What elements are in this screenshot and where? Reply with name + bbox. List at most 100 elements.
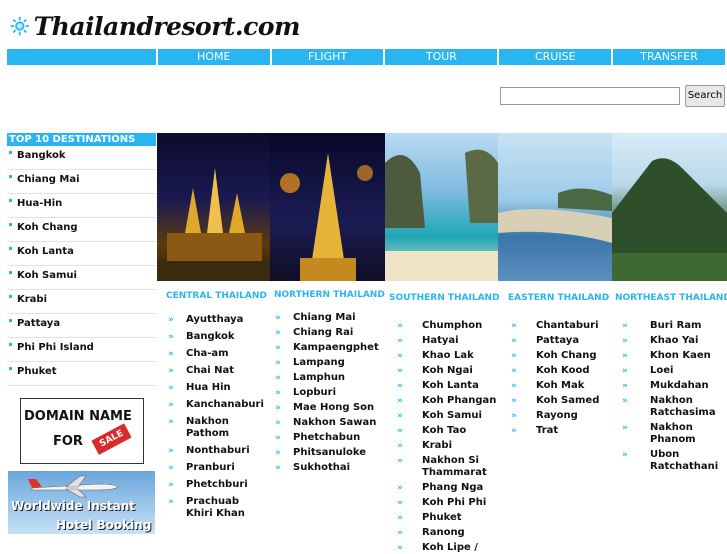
region-item[interactable]: Nonthaburi bbox=[160, 445, 265, 457]
nav-transfer[interactable]: TRANSFER bbox=[613, 49, 726, 65]
sidebar-item-phuket[interactable]: Phuket bbox=[7, 362, 156, 386]
region-item[interactable]: Hua Hin bbox=[160, 382, 265, 394]
region-item[interactable]: Koh Chang bbox=[503, 350, 613, 362]
region-item[interactable]: Lamphun bbox=[267, 372, 379, 384]
photo-northeast[interactable] bbox=[612, 133, 727, 281]
region-item[interactable]: Koh Samed bbox=[503, 395, 613, 407]
sale-badge: SALE bbox=[91, 423, 132, 455]
region-item[interactable]: Chantaburi bbox=[503, 320, 613, 332]
region-item[interactable]: Prachuab Khiri Khan bbox=[160, 496, 246, 520]
sidebar-item-koh-chang[interactable]: Koh Chang bbox=[7, 218, 156, 242]
photo-southern[interactable] bbox=[385, 133, 498, 281]
nav-cruise[interactable]: CRUISE bbox=[499, 49, 612, 65]
sidebar-item-koh-lanta[interactable]: Koh Lanta bbox=[7, 242, 156, 266]
top-destinations-sidebar: TOP 10 DESTINATIONS Bangkok Chiang Mai H… bbox=[7, 133, 156, 386]
sidebar-item-phi-phi-island[interactable]: Phi Phi Island bbox=[7, 338, 156, 362]
region-item[interactable]: Koh Lanta bbox=[389, 380, 501, 392]
ad-domain-line2: FOR bbox=[53, 434, 83, 449]
ad-domain-line1: DOMAIN NAME bbox=[24, 409, 132, 424]
island-icon bbox=[385, 149, 498, 281]
photo-northern[interactable] bbox=[270, 133, 385, 281]
region-title-northeast[interactable]: NORTHEAST THAILAND bbox=[615, 293, 727, 303]
region-item[interactable]: Chai Nat bbox=[160, 365, 265, 377]
region-title-central[interactable]: CENTRAL THAILAND bbox=[166, 291, 267, 301]
region-item[interactable]: Cha-am bbox=[160, 348, 265, 360]
region-item[interactable]: Sukhothai bbox=[267, 462, 379, 474]
bay-icon bbox=[498, 188, 612, 243]
logo-text: Thailandresort.com bbox=[33, 11, 301, 41]
region-item[interactable]: Mukdahan bbox=[614, 380, 726, 392]
region-item[interactable]: Nakhon Si Thammarat bbox=[389, 455, 487, 479]
nav-flight[interactable]: FLIGHT bbox=[271, 49, 384, 65]
region-item[interactable]: Nakhon Ratchasima bbox=[614, 395, 716, 419]
region-title-southern[interactable]: SOUTHERN THAILAND bbox=[389, 293, 500, 303]
region-item[interactable]: Kanchanaburi bbox=[160, 399, 265, 411]
region-item[interactable]: Koh Mak bbox=[503, 380, 613, 392]
region-item[interactable]: Phetchburi bbox=[160, 479, 265, 491]
destination-photo-strip bbox=[157, 133, 727, 281]
region-item[interactable]: Koh Tao bbox=[389, 425, 501, 437]
region-item[interactable]: Loei bbox=[614, 365, 726, 377]
sidebar-item-krabi[interactable]: Krabi bbox=[7, 290, 156, 314]
region-item[interactable]: Phetchabun bbox=[267, 432, 379, 444]
region-item[interactable]: Chiang Mai bbox=[267, 312, 379, 324]
region-item[interactable]: Koh Lipe / bbox=[389, 542, 501, 554]
region-item[interactable]: Trat bbox=[503, 425, 613, 437]
region-item[interactable]: Nakhon Phanom bbox=[614, 422, 700, 446]
region-item[interactable]: Kampaengphet bbox=[267, 342, 379, 354]
region-item[interactable]: Koh Kood bbox=[503, 365, 613, 377]
mountain-icon bbox=[612, 158, 727, 281]
region-item[interactable]: Chiang Rai bbox=[267, 327, 379, 339]
pagoda-icon bbox=[280, 153, 373, 281]
temple-icon bbox=[157, 168, 270, 281]
ad-hotel-line1: Worldwide Instant bbox=[11, 499, 136, 513]
ad-hotel-line2: Hotel Booking bbox=[56, 518, 152, 532]
region-item[interactable]: Khao Lak bbox=[389, 350, 501, 362]
region-item[interactable]: Rayong bbox=[503, 410, 613, 422]
sidebar-item-bangkok[interactable]: Bangkok bbox=[7, 146, 156, 170]
sun-logo-icon bbox=[10, 16, 29, 36]
nav-spacer bbox=[7, 49, 156, 65]
region-item[interactable]: Chumphon bbox=[389, 320, 501, 332]
nav-home[interactable]: HOME bbox=[157, 49, 270, 65]
region-item[interactable]: Hatyai bbox=[389, 335, 501, 347]
sidebar-item-pattaya[interactable]: Pattaya bbox=[7, 314, 156, 338]
region-item[interactable]: Buri Ram bbox=[614, 320, 726, 332]
region-item[interactable]: Nakhon Pathom bbox=[160, 416, 236, 440]
domain-for-sale-ad[interactable]: DOMAIN NAME FOR SALE bbox=[20, 398, 144, 464]
region-item[interactable]: Phitsanuloke bbox=[267, 447, 379, 459]
hotel-booking-ad[interactable]: Worldwide Instant Hotel Booking bbox=[8, 471, 155, 534]
region-item[interactable]: Koh Samui bbox=[389, 410, 501, 422]
region-item[interactable]: Ranong bbox=[389, 527, 501, 539]
region-item[interactable]: Lampang bbox=[267, 357, 379, 369]
sidebar-item-chiang-mai[interactable]: Chiang Mai bbox=[7, 170, 156, 194]
region-item[interactable]: Mae Hong Son bbox=[267, 402, 379, 414]
region-title-northern[interactable]: NORTHERN THAILAND bbox=[274, 290, 385, 300]
region-item[interactable]: Khao Yai bbox=[614, 335, 726, 347]
region-item[interactable]: Koh Ngai bbox=[389, 365, 501, 377]
region-item[interactable]: Pranburi bbox=[160, 462, 265, 474]
main-nav: HOME FLIGHT TOUR CRUISE TRANSFER bbox=[7, 49, 727, 65]
region-item[interactable]: Pattaya bbox=[503, 335, 613, 347]
sidebar-item-koh-samui[interactable]: Koh Samui bbox=[7, 266, 156, 290]
region-item[interactable]: Bangkok bbox=[160, 331, 265, 343]
search-input[interactable] bbox=[500, 87, 680, 105]
site-logo[interactable]: Thailandresort.com bbox=[8, 8, 301, 44]
region-item[interactable]: Krabi bbox=[389, 440, 501, 452]
sidebar-item-hua-hin[interactable]: Hua-Hin bbox=[7, 194, 156, 218]
region-item[interactable]: Ayutthaya bbox=[160, 314, 265, 326]
region-title-eastern[interactable]: EASTERN THAILAND bbox=[508, 293, 609, 303]
search-button[interactable]: Search bbox=[685, 85, 725, 107]
region-item[interactable]: Phang Nga bbox=[389, 482, 501, 494]
airplane-icon bbox=[28, 475, 119, 498]
region-item[interactable]: Koh Phi Phi bbox=[389, 497, 501, 509]
region-item[interactable]: Koh Phangan bbox=[389, 395, 501, 407]
region-item[interactable]: Ubon Ratchathani bbox=[614, 449, 718, 473]
region-item[interactable]: Nakhon Sawan bbox=[267, 417, 379, 429]
region-item[interactable]: Khon Kaen bbox=[614, 350, 726, 362]
region-item[interactable]: Phuket bbox=[389, 512, 501, 524]
region-item[interactable]: Lopburi bbox=[267, 387, 379, 399]
nav-tour[interactable]: TOUR bbox=[385, 49, 498, 65]
photo-central[interactable] bbox=[157, 133, 270, 281]
photo-eastern[interactable] bbox=[498, 133, 612, 281]
